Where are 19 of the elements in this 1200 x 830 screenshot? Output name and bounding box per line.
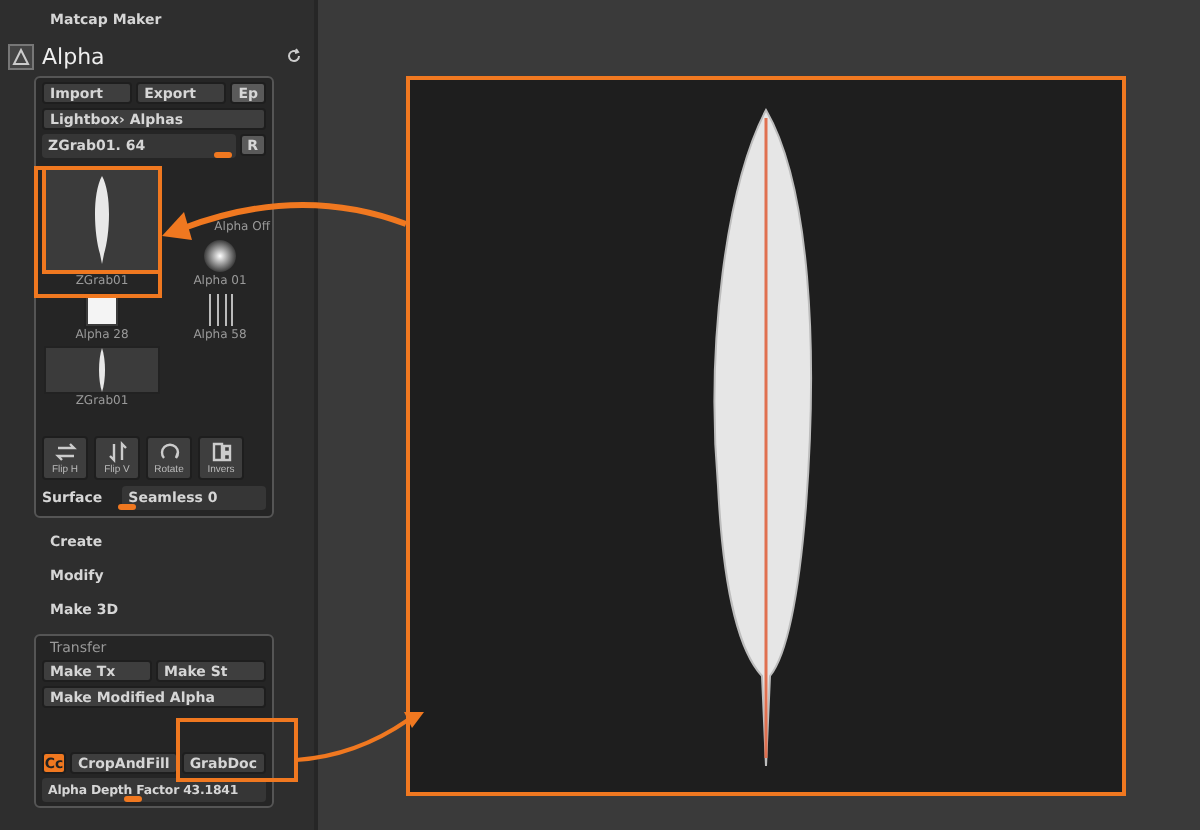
section-title[interactable]: Alpha <box>42 43 278 69</box>
square-icon <box>88 296 116 324</box>
glow-dot-icon <box>204 240 236 272</box>
slider-knob[interactable] <box>118 504 137 510</box>
alpha-thumbnail[interactable] <box>202 238 238 274</box>
invert-icon <box>209 440 233 464</box>
stripes-icon <box>204 294 236 326</box>
refresh-icon[interactable] <box>286 48 302 64</box>
slider-knob[interactable] <box>213 152 232 158</box>
feather-icon <box>96 348 108 392</box>
alpha-thumbnail[interactable] <box>42 166 162 274</box>
alpha-thumbnail[interactable] <box>44 346 160 394</box>
fliph-icon <box>53 440 77 464</box>
highlight-frame <box>34 166 162 298</box>
highlight-frame <box>176 718 298 782</box>
slider-knob[interactable] <box>124 796 143 802</box>
flipv-icon <box>105 440 129 464</box>
rotate-icon <box>157 440 181 464</box>
alpha-icon <box>8 43 34 69</box>
